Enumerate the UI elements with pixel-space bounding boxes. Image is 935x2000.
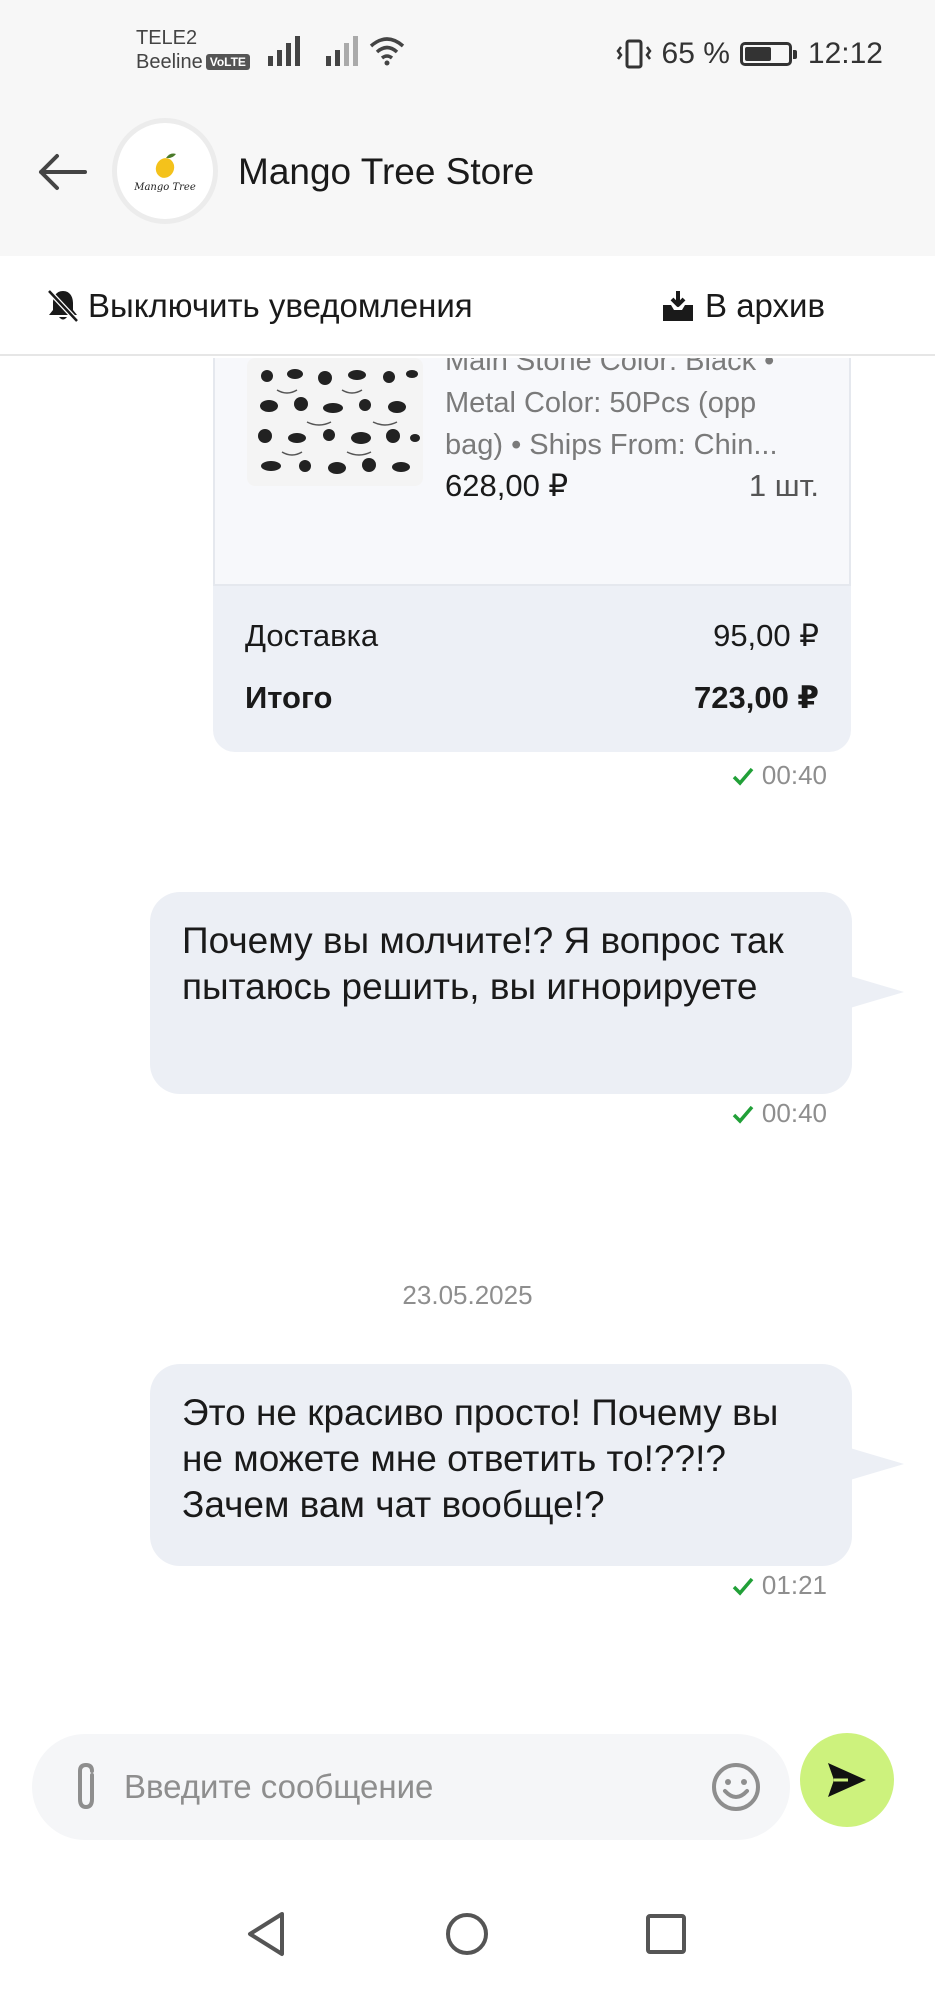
- chat-header: Mango Tree Mango Tree Store: [0, 86, 935, 256]
- send-icon: [828, 1763, 866, 1797]
- product-thumbnail: [247, 358, 423, 486]
- message-text-2: Это не красиво просто! Почему вы не може…: [182, 1392, 779, 1525]
- delivery-label: Доставка: [245, 618, 379, 653]
- message-composer: [32, 1734, 790, 1840]
- wifi-icon: [369, 37, 405, 66]
- bell-off-icon: [47, 289, 79, 323]
- mango-icon: [155, 153, 176, 178]
- order-time-text: 00:40: [761, 760, 827, 790]
- triangle-back-icon: [248, 1912, 284, 1956]
- status-right: 65 % 12:12: [615, 34, 883, 74]
- chat-actions: Выключить уведомления В архив: [0, 256, 935, 356]
- product-attr-3: bag) • Ships From: Chin...: [445, 429, 778, 461]
- total-row: Итого 723,00 ₽: [245, 680, 819, 716]
- vibrate-icon: [615, 39, 652, 69]
- check-icon: [732, 1577, 754, 1596]
- paperclip-icon: [78, 1762, 94, 1810]
- product-image[interactable]: [247, 358, 423, 486]
- send-button[interactable]: [800, 1733, 894, 1827]
- product-price: 628,00 ₽: [445, 468, 569, 503]
- carrier-info: TELE2 Beeline VoLTE: [136, 26, 250, 74]
- system-nav-bar: [0, 1870, 935, 2000]
- battery-icon: [739, 42, 797, 66]
- chat-messages[interactable]: Main Stone Color: Black • Metal Color: 5…: [0, 358, 935, 1728]
- clock: 12:12: [807, 37, 883, 70]
- arrow-left-icon: [39, 154, 87, 190]
- square-recents-icon: [646, 1914, 686, 1954]
- archive-button[interactable]: В архив: [661, 282, 825, 330]
- product-attr-2: Metal Color: 50Pcs (opp: [445, 387, 757, 419]
- delivery-value: 95,00 ₽: [713, 618, 819, 653]
- carrier-1: TELE2: [136, 27, 198, 49]
- bubble-tail-1: [850, 976, 904, 1008]
- message-time-text-2: 01:21: [761, 1570, 827, 1600]
- total-value: 723,00 ₽: [694, 680, 819, 715]
- product-attributes: Main Stone Color: Black • Metal Color: 5…: [445, 358, 825, 466]
- volte-badge: VoLTE: [205, 54, 250, 70]
- battery-percent: 65 %: [661, 37, 730, 70]
- attach-button[interactable]: [68, 1758, 104, 1816]
- message-time-1: 00:40: [732, 1098, 827, 1129]
- circle-home-icon: [446, 1913, 488, 1955]
- store-name[interactable]: Mango Tree Store: [238, 150, 534, 194]
- check-icon: [732, 767, 754, 786]
- mute-notifications-button[interactable]: Выключить уведомления: [46, 282, 473, 330]
- order-summary: Доставка 95,00 ₽ Итого 723,00 ₽: [213, 586, 851, 752]
- order-item[interactable]: Main Stone Color: Black • Metal Color: 5…: [213, 358, 851, 586]
- archive-icon: [663, 291, 694, 321]
- product-quantity: 1 шт.: [748, 468, 819, 503]
- delivery-row: Доставка 95,00 ₽: [245, 618, 819, 654]
- emoji-button[interactable]: [710, 1761, 762, 1813]
- status-bar: TELE2 Beeline VoLTE 65 % 12:12: [0, 0, 935, 86]
- bubble-tail-2: [850, 1448, 904, 1480]
- avatar-logo-text: Mango Tree: [134, 181, 196, 193]
- message-text-1: Почему вы молчите!? Я вопрос так пытаюсь…: [182, 920, 784, 1007]
- back-button[interactable]: [30, 140, 94, 204]
- nav-back-button[interactable]: [236, 1904, 296, 1964]
- message-time-2: 01:21: [732, 1570, 827, 1601]
- order-time: 00:40: [732, 760, 827, 791]
- total-label: Итого: [245, 680, 333, 715]
- date-separator: 23.05.2025: [402, 1280, 533, 1310]
- order-card[interactable]: Main Stone Color: Black • Metal Color: 5…: [213, 358, 851, 752]
- mute-label: Выключить уведомления: [88, 287, 473, 324]
- nav-recents-button[interactable]: [636, 1904, 696, 1964]
- product-attr-1: Main Stone Color: Black •: [445, 358, 775, 377]
- archive-label: В архив: [705, 287, 825, 324]
- check-icon: [732, 1105, 754, 1124]
- carrier-2: Beeline: [136, 51, 203, 73]
- smiley-icon: [712, 1763, 760, 1811]
- nav-home-button[interactable]: [437, 1904, 497, 1964]
- signal-icon: [268, 36, 300, 66]
- message-bubble-1[interactable]: Почему вы молчите!? Я вопрос так пытаюсь…: [150, 892, 852, 1094]
- message-time-text-1: 00:40: [761, 1098, 827, 1128]
- message-bubble-2[interactable]: Это не красиво просто! Почему вы не може…: [150, 1364, 852, 1566]
- store-avatar[interactable]: Mango Tree: [112, 118, 218, 224]
- message-input[interactable]: [124, 1752, 684, 1822]
- signal-icon-2: [326, 36, 358, 66]
